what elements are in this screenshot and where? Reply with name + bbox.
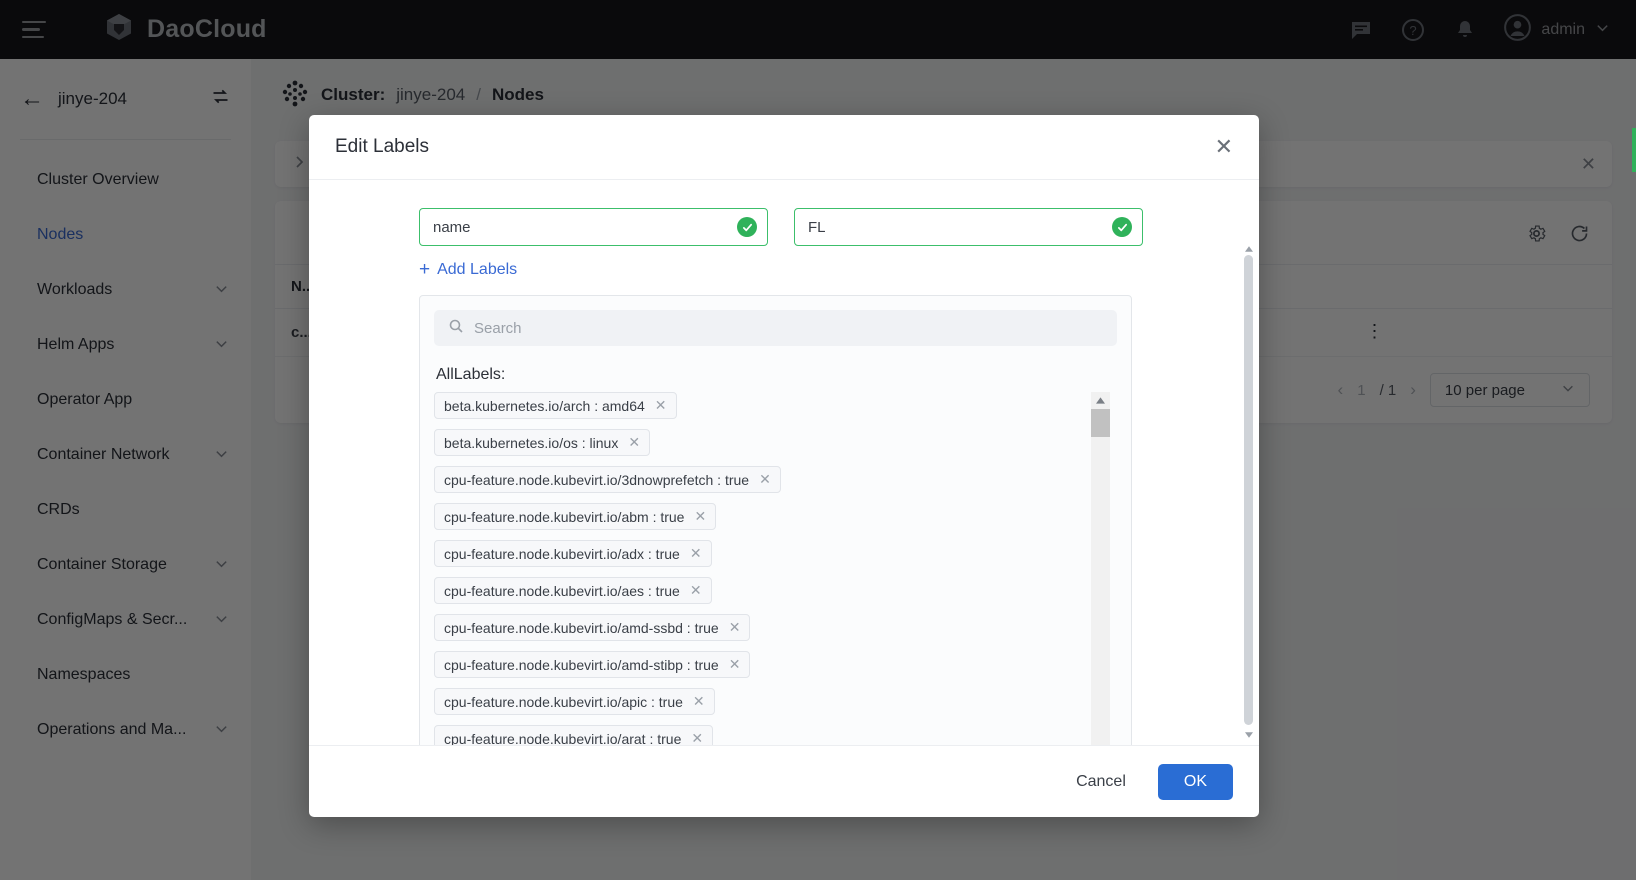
- label-chip[interactable]: cpu-feature.node.kubevirt.io/apic : true…: [434, 688, 715, 715]
- close-icon[interactable]: ✕: [729, 656, 741, 673]
- add-labels-button[interactable]: + Add Labels: [419, 260, 517, 279]
- close-icon[interactable]: ✕: [690, 582, 702, 599]
- chips-scroll-area: beta.kubernetes.io/arch : amd64✕beta.kub…: [420, 392, 1131, 745]
- label-chip[interactable]: cpu-feature.node.kubevirt.io/amd-stibp :…: [434, 651, 750, 678]
- dialog-footer: Cancel OK: [309, 745, 1259, 817]
- triangle-up-icon[interactable]: [1091, 392, 1110, 409]
- search-placeholder: Search: [474, 320, 522, 337]
- close-icon[interactable]: ✕: [759, 471, 771, 488]
- label-chip-text: cpu-feature.node.kubevirt.io/amd-ssbd : …: [444, 620, 719, 636]
- label-chip-text: cpu-feature.node.kubevirt.io/abm : true: [444, 509, 684, 525]
- close-icon[interactable]: ✕: [691, 730, 703, 745]
- all-labels-heading: AllLabels:: [420, 356, 1131, 392]
- close-icon[interactable]: ✕: [693, 693, 705, 710]
- label-chip-text: cpu-feature.node.kubevirt.io/aes : true: [444, 583, 680, 599]
- add-labels-label: Add Labels: [437, 261, 517, 279]
- label-chip-text: cpu-feature.node.kubevirt.io/3dnowprefet…: [444, 472, 749, 488]
- label-chip-text: cpu-feature.node.kubevirt.io/amd-stibp :…: [444, 657, 719, 673]
- check-circle-icon: [737, 217, 757, 237]
- chips-list: beta.kubernetes.io/arch : amd64✕beta.kub…: [434, 392, 1131, 745]
- label-chip[interactable]: cpu-feature.node.kubevirt.io/aes : true ✕: [434, 577, 712, 604]
- label-chip[interactable]: cpu-feature.node.kubevirt.io/abm : true ✕: [434, 503, 716, 530]
- check-circle-icon: [1112, 217, 1132, 237]
- ok-button[interactable]: OK: [1158, 764, 1233, 800]
- edge-indicator: [1632, 128, 1636, 172]
- all-labels-panel: Search AllLabels: beta.kubernetes.io/arc…: [419, 295, 1132, 745]
- dialog-body: name FL + Add Labels: [309, 180, 1259, 745]
- label-chip-text: cpu-feature.node.kubevirt.io/adx : true: [444, 546, 680, 562]
- label-chip-text: cpu-feature.node.kubevirt.io/arat : true: [444, 731, 681, 746]
- label-chip-text: beta.kubernetes.io/arch : amd64: [444, 398, 645, 414]
- label-chip[interactable]: cpu-feature.node.kubevirt.io/amd-ssbd : …: [434, 614, 750, 641]
- dialog-scrollbar-track[interactable]: [1242, 255, 1255, 728]
- close-icon[interactable]: ✕: [694, 508, 706, 525]
- label-chip-text: cpu-feature.node.kubevirt.io/apic : true: [444, 694, 683, 710]
- dialog-scrollbar-thumb[interactable]: [1244, 255, 1253, 725]
- dialog-header: Edit Labels ✕: [309, 115, 1259, 180]
- close-icon[interactable]: ✕: [655, 397, 667, 414]
- label-chip[interactable]: cpu-feature.node.kubevirt.io/arat : true…: [434, 725, 713, 745]
- search-icon: [448, 318, 464, 338]
- edit-labels-dialog: Edit Labels ✕ name FL: [309, 115, 1259, 817]
- close-icon[interactable]: ✕: [690, 545, 702, 562]
- label-key-input[interactable]: name: [419, 208, 768, 246]
- dialog-body-inner: name FL + Add Labels: [309, 208, 1237, 745]
- close-icon[interactable]: ✕: [1215, 136, 1233, 158]
- label-value-input[interactable]: FL: [794, 208, 1143, 246]
- label-chip[interactable]: beta.kubernetes.io/arch : amd64 ✕: [434, 392, 677, 419]
- label-key-value: name: [433, 219, 471, 236]
- label-chip[interactable]: cpu-feature.node.kubevirt.io/3dnowprefet…: [434, 466, 781, 493]
- label-chip[interactable]: beta.kubernetes.io/os : linux ✕: [434, 429, 650, 456]
- triangle-up-icon[interactable]: [1242, 242, 1255, 255]
- label-chip[interactable]: cpu-feature.node.kubevirt.io/adx : true ✕: [434, 540, 712, 567]
- chips-scrollbar[interactable]: [1091, 392, 1110, 745]
- triangle-down-icon[interactable]: [1242, 728, 1255, 741]
- cancel-button[interactable]: Cancel: [1066, 765, 1136, 799]
- label-pair-row: name FL: [419, 208, 1219, 246]
- close-icon[interactable]: ✕: [628, 434, 640, 451]
- label-value-value: FL: [808, 219, 826, 236]
- dialog-title: Edit Labels: [335, 136, 429, 158]
- search-input[interactable]: Search: [434, 310, 1117, 346]
- close-icon[interactable]: ✕: [729, 619, 741, 636]
- dialog-scrollbar[interactable]: [1242, 242, 1255, 741]
- app-root: DaoCloud ?: [0, 0, 1636, 880]
- label-chip-text: beta.kubernetes.io/os : linux: [444, 435, 618, 451]
- search-wrap: Search: [420, 296, 1131, 356]
- plus-icon: +: [419, 260, 430, 279]
- chips-scrollbar-thumb[interactable]: [1091, 409, 1110, 437]
